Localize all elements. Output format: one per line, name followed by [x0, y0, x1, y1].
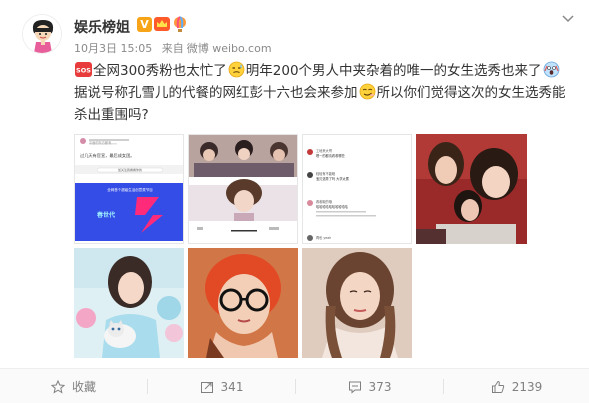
comments-screenshot-image: 工地来大哥 嗯一的都请看看哪些 轻轻有不能暗 宝贝选秀了吗 大学太累 看着取的哦… — [303, 135, 411, 243]
source-prefix: 来自 — [161, 42, 184, 55]
action-bar: 收藏 341 373 2139 — [0, 368, 589, 403]
svg-text:工地来大哥: 工地来大哥 — [316, 148, 333, 153]
star-icon — [50, 379, 65, 394]
repost-button[interactable]: 341 — [148, 369, 295, 403]
post-image-1[interactable]: 平面的东方都有 过几天有官宣，最后成女团。 加关注我看看你的 全网首个超级生活创… — [74, 134, 184, 244]
emoji-scream-icon — [543, 61, 559, 78]
emoji-smirk-icon — [359, 83, 375, 100]
post-image-2[interactable] — [188, 134, 298, 244]
svg-text:春世代: 春世代 — [96, 211, 115, 219]
svg-text:SOS: SOS — [76, 67, 91, 75]
girl-with-cat-image — [74, 248, 184, 358]
svg-text:再也 yeah: 再也 yeah — [316, 235, 331, 240]
favorite-button[interactable]: 收藏 — [0, 369, 147, 403]
username[interactable]: 娱乐榜姐 — [74, 17, 130, 37]
photo-collage-image — [189, 135, 297, 243]
svg-text:嗯一的都请看看哪些: 嗯一的都请看看哪些 — [316, 153, 345, 158]
balloon-icon[interactable] — [173, 16, 187, 33]
svg-text:哈哈哈哈哈哈哈哈哈哈: 哈哈哈哈哈哈哈哈哈哈 — [316, 204, 349, 209]
group-selfie-image — [416, 134, 527, 244]
svg-text:看着取的哦: 看着取的哦 — [316, 199, 333, 204]
post-image-7[interactable] — [302, 248, 412, 358]
red-hair-glasses-image — [188, 248, 298, 358]
svg-text:加关注我看看你的: 加关注我看看你的 — [118, 167, 142, 172]
app-screenshot-image: 平面的东方都有 过几天有官宣，最后成女团。 加关注我看看你的 全网首个超级生活创… — [75, 135, 183, 243]
post-image-5[interactable] — [74, 248, 184, 358]
vip-badge[interactable]: V — [137, 17, 152, 32]
comment-icon — [348, 381, 361, 394]
portrait-image — [302, 248, 412, 358]
post-meta: 10月3日 15:05 来自 微博 weibo.com — [74, 40, 278, 56]
svg-text:全网首个超级生活创意类节目: 全网首个超级生活创意类节目 — [107, 187, 153, 192]
comment-button[interactable]: 373 — [296, 369, 443, 403]
like-count: 2139 — [511, 379, 543, 394]
repost-count: 341 — [220, 379, 244, 394]
sos-icon: SOS — [75, 62, 92, 77]
post-image-4[interactable] — [416, 134, 527, 244]
post-image-6[interactable] — [188, 248, 298, 358]
post-text-part2: 明年200个男人中夹杂着的唯一的女生选秀也来了 — [245, 63, 542, 79]
post-source[interactable]: 微博 weibo.com — [187, 42, 272, 55]
favorite-label: 收藏 — [71, 380, 96, 394]
avatar[interactable] — [22, 14, 62, 54]
comment-count: 373 — [368, 379, 392, 394]
svg-text:平面的东方都有: 平面的东方都有 — [89, 140, 111, 145]
crown-icon[interactable] — [154, 16, 170, 32]
svg-text:轻轻有不能暗: 轻轻有不能暗 — [316, 171, 336, 176]
weibo-post-card: 娱乐榜姐 V 10月3日 15:05 来自 微博 weibo.com SOS 全网… — [0, 0, 589, 403]
chevron-down-icon[interactable] — [561, 12, 575, 26]
post-text-part1: 全网300秀粉也太忙了 — [93, 63, 227, 79]
svg-text:过几天有官宣，最后成女团。: 过几天有官宣，最后成女团。 — [80, 152, 134, 159]
like-button[interactable]: 2139 — [444, 369, 589, 403]
share-icon — [200, 381, 213, 393]
post-text-part3: 据说号称孔雪儿的代餐的网红彭十六也会来参加 — [74, 85, 358, 101]
avatar-icon — [23, 15, 61, 53]
post-text: SOS 全网300秀粉也太忙了 明年200个男人中夹杂着的唯一的女生选秀也来了 … — [74, 60, 574, 126]
like-icon — [491, 380, 504, 393]
svg-text:宝贝选秀了吗 大学太累: 宝贝选秀了吗 大学太累 — [316, 176, 349, 181]
post-image-3[interactable]: 工地来大哥 嗯一的都请看看哪些 轻轻有不能暗 宝贝选秀了吗 大学太累 看着取的哦… — [302, 134, 412, 244]
post-date[interactable]: 10月3日 15:05 — [74, 42, 152, 55]
emoji-sweat-icon — [228, 61, 245, 78]
